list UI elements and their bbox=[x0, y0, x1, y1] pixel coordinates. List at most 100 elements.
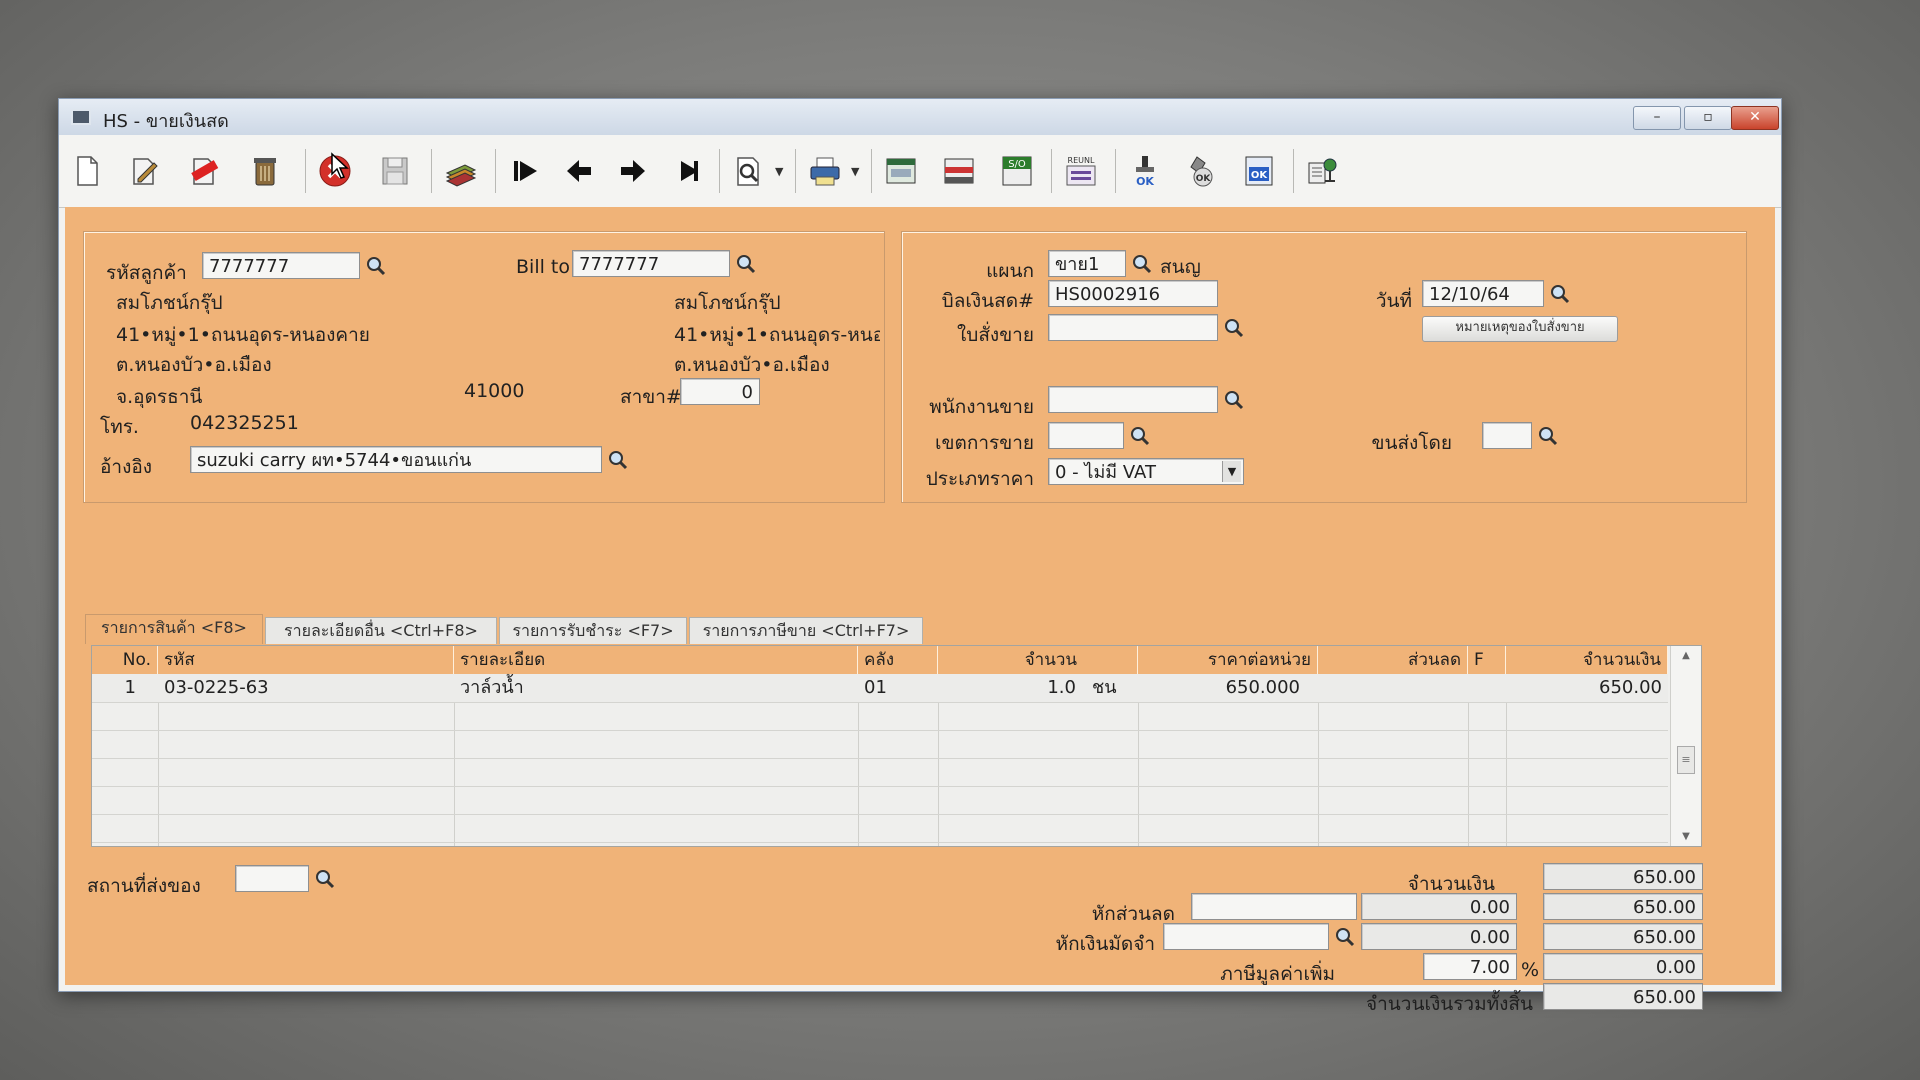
deposit-value: 0.00 bbox=[1361, 923, 1517, 950]
books-icon[interactable] bbox=[441, 151, 481, 191]
ship-to-search-icon[interactable] bbox=[311, 865, 339, 892]
sales-order-input[interactable] bbox=[1048, 314, 1218, 341]
row-discount[interactable] bbox=[1318, 674, 1468, 702]
ship-by-label: ขนส่งโดย bbox=[1371, 432, 1452, 454]
doc-ok-icon[interactable]: OK bbox=[1239, 151, 1279, 191]
tab-items[interactable]: รายการสินค้า <F8> bbox=[85, 614, 263, 644]
sales-area-label: เขตการขาย bbox=[935, 432, 1034, 454]
salesman-search-icon[interactable] bbox=[1220, 386, 1248, 413]
row-amount: 650.00 bbox=[1599, 677, 1662, 698]
customer-address-line3: จ.อุดรธานี bbox=[116, 386, 203, 408]
deposit-input[interactable] bbox=[1163, 923, 1329, 950]
bill-number-input[interactable]: HS0002916 bbox=[1048, 280, 1218, 307]
sales-window: HS - ขายเงินสด – ▫ ✕ ▼ ▼ S/O REUNL OK OK bbox=[58, 98, 1782, 1015]
grid-scrollbar[interactable]: ▲ ≡ ▼ bbox=[1670, 646, 1701, 846]
price-type-select[interactable]: 0 - ไม่มี VAT ▼ bbox=[1048, 458, 1244, 485]
sales-order-search-icon[interactable] bbox=[1220, 314, 1248, 341]
ship-by-input[interactable] bbox=[1482, 422, 1532, 449]
window-title: HS - ขายเงินสด bbox=[103, 111, 229, 132]
delete-icon[interactable] bbox=[245, 151, 285, 191]
billto-input[interactable]: 7777777 bbox=[572, 250, 730, 277]
sales-order-note-button[interactable]: หมายเหตุของใบสั่งขาย bbox=[1422, 316, 1618, 342]
ship-to-input[interactable] bbox=[235, 865, 309, 892]
table-row-empty[interactable] bbox=[92, 814, 1668, 843]
table-row-empty[interactable] bbox=[92, 730, 1668, 759]
tab-sales-tax[interactable]: รายการภาษีขาย <Ctrl+F7> bbox=[689, 617, 923, 644]
department-input[interactable]: ขาย1 bbox=[1048, 250, 1126, 277]
first-record-icon[interactable] bbox=[505, 151, 545, 191]
void-icon[interactable] bbox=[185, 151, 225, 191]
prev-record-icon[interactable] bbox=[559, 151, 599, 191]
scroll-down-icon[interactable]: ▼ bbox=[1671, 831, 1701, 842]
minimize-button[interactable]: – bbox=[1633, 106, 1681, 130]
department-name: สนญ bbox=[1160, 256, 1201, 278]
network-icon[interactable] bbox=[1303, 151, 1343, 191]
vat-rate-input[interactable]: 7.00 bbox=[1423, 953, 1517, 980]
branch-input[interactable]: 0 bbox=[680, 378, 760, 405]
row-unit-price[interactable]: 650.000 bbox=[1138, 674, 1306, 702]
customer-search-icon[interactable] bbox=[362, 252, 390, 279]
billto-search-icon[interactable] bbox=[732, 250, 760, 277]
salesman-input[interactable] bbox=[1048, 386, 1218, 413]
so-icon[interactable]: S/O bbox=[997, 151, 1037, 191]
new-icon[interactable] bbox=[67, 151, 107, 191]
row-warehouse[interactable]: 01 bbox=[858, 674, 938, 702]
ship-to-label: สถานที่ส่งของ bbox=[87, 875, 201, 897]
col-header-warehouse: คลัง bbox=[858, 646, 938, 674]
next-record-icon[interactable] bbox=[613, 151, 653, 191]
customer-code-label: รหัสลูกค้า bbox=[106, 262, 187, 284]
refund-icon-text: REUNL bbox=[1068, 156, 1095, 165]
date-label: วันที่ bbox=[1375, 290, 1412, 312]
billto-name: สมโภชน์กรุ๊ป bbox=[674, 292, 781, 314]
row-description[interactable]: วาล์วน้ำ bbox=[454, 674, 858, 702]
phone-label: โทร. bbox=[100, 416, 139, 438]
sales-area-input[interactable] bbox=[1048, 422, 1124, 449]
approve-icon[interactable]: OK bbox=[1181, 151, 1221, 191]
sales-area-search-icon[interactable] bbox=[1126, 422, 1154, 449]
stamp-ok-icon[interactable]: OK bbox=[1125, 151, 1165, 191]
date-picker-icon[interactable] bbox=[1546, 280, 1574, 307]
save-icon[interactable] bbox=[375, 151, 415, 191]
svg-text:OK: OK bbox=[1251, 170, 1269, 181]
table-row-empty[interactable] bbox=[92, 702, 1668, 731]
discount-value: 0.00 bbox=[1361, 893, 1517, 920]
department-label: แผนก bbox=[986, 260, 1034, 282]
tab-payments[interactable]: รายการรับชำระ <F7> bbox=[499, 617, 687, 644]
reference-input[interactable]: suzuki carry ผท•5744•ขอนแก่น bbox=[190, 446, 602, 473]
department-search-icon[interactable] bbox=[1128, 250, 1156, 277]
col-header-discount: ส่วนลด bbox=[1318, 646, 1468, 674]
refund-icon[interactable]: REUNL bbox=[1061, 151, 1101, 191]
scroll-thumb[interactable]: ≡ bbox=[1677, 746, 1695, 774]
find-dropdown-icon[interactable]: ▼ bbox=[775, 165, 783, 178]
chevron-down-icon[interactable]: ▼ bbox=[1222, 461, 1241, 482]
maximize-button[interactable]: ▫ bbox=[1684, 106, 1732, 130]
date-input[interactable]: 12/10/64 bbox=[1422, 280, 1544, 307]
close-button[interactable]: ✕ bbox=[1731, 106, 1779, 130]
edit-icon[interactable] bbox=[125, 151, 165, 191]
customer-code-input[interactable]: 7777777 bbox=[202, 252, 360, 279]
tab-other-details[interactable]: รายละเอียดอื่น <Ctrl+F8> bbox=[265, 617, 497, 644]
col-header-code: รหัส bbox=[158, 646, 454, 674]
vat-percent-sign: % bbox=[1521, 959, 1540, 981]
invoice-icon[interactable] bbox=[939, 151, 979, 191]
row-code[interactable]: 03-0225-63 bbox=[158, 674, 454, 702]
ship-by-search-icon[interactable] bbox=[1534, 422, 1562, 449]
reference-search-icon[interactable] bbox=[604, 446, 632, 473]
row-quantity[interactable]: 1.0 bbox=[938, 674, 1082, 702]
col-header-description: รายละเอียด bbox=[454, 646, 858, 674]
discount-input[interactable] bbox=[1191, 893, 1357, 920]
table-row[interactable]: 1 03-0225-63 วาล์วน้ำ 01 1.0 ชน 650.000 … bbox=[92, 674, 1668, 703]
billto-address-line1: 41•หมู่•1•ถนนอุดร-หนอ bbox=[674, 324, 880, 346]
col-header-flag: F bbox=[1468, 646, 1506, 674]
print-icon[interactable] bbox=[805, 151, 845, 191]
table-row-empty[interactable] bbox=[92, 758, 1668, 787]
tax-invoice-icon[interactable] bbox=[881, 151, 921, 191]
find-icon[interactable] bbox=[729, 151, 769, 191]
table-row-empty[interactable] bbox=[92, 786, 1668, 815]
last-record-icon[interactable] bbox=[667, 151, 707, 191]
customer-phone: 042325251 bbox=[190, 412, 299, 434]
print-dropdown-icon[interactable]: ▼ bbox=[851, 165, 859, 178]
col-header-unit-price: ราคาต่อหน่วย bbox=[1138, 646, 1318, 674]
scroll-up-icon[interactable]: ▲ bbox=[1671, 650, 1701, 661]
deposit-search-icon[interactable] bbox=[1331, 923, 1359, 950]
